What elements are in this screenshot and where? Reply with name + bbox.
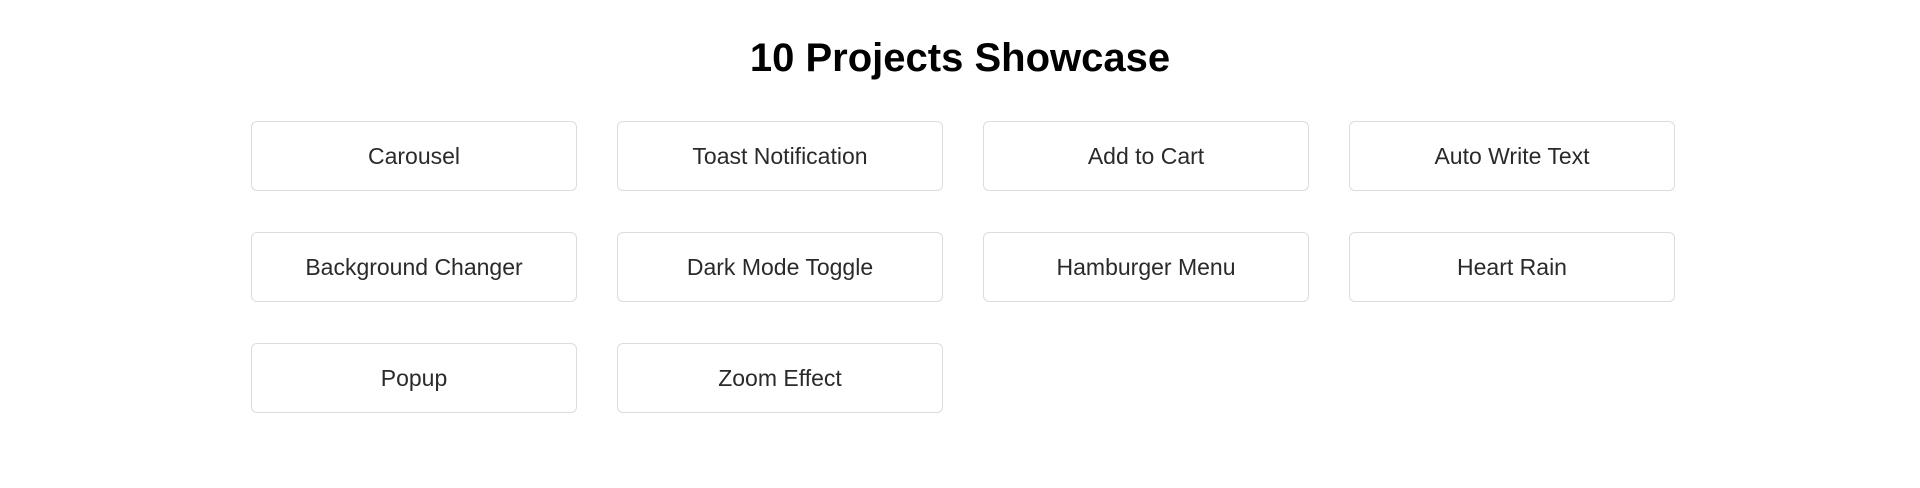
page-title: 10 Projects Showcase (749, 36, 1171, 80)
project-card-add-to-cart[interactable]: Add to Cart (983, 121, 1309, 191)
project-card-carousel[interactable]: Carousel (251, 121, 577, 191)
project-card-zoom-effect[interactable]: Zoom Effect (617, 343, 943, 413)
page: 10 Projects Showcase Carousel Toast Noti… (0, 0, 1920, 488)
project-card-background-changer[interactable]: Background Changer (251, 232, 577, 302)
project-card-heart-rain[interactable]: Heart Rain (1349, 232, 1675, 302)
project-card-toast-notification[interactable]: Toast Notification (617, 121, 943, 191)
project-card-popup[interactable]: Popup (251, 343, 577, 413)
project-card-hamburger-menu[interactable]: Hamburger Menu (983, 232, 1309, 302)
projects-grid: Carousel Toast Notification Add to Cart … (251, 121, 1675, 413)
project-card-auto-write-text[interactable]: Auto Write Text (1349, 121, 1675, 191)
project-card-dark-mode-toggle[interactable]: Dark Mode Toggle (617, 232, 943, 302)
